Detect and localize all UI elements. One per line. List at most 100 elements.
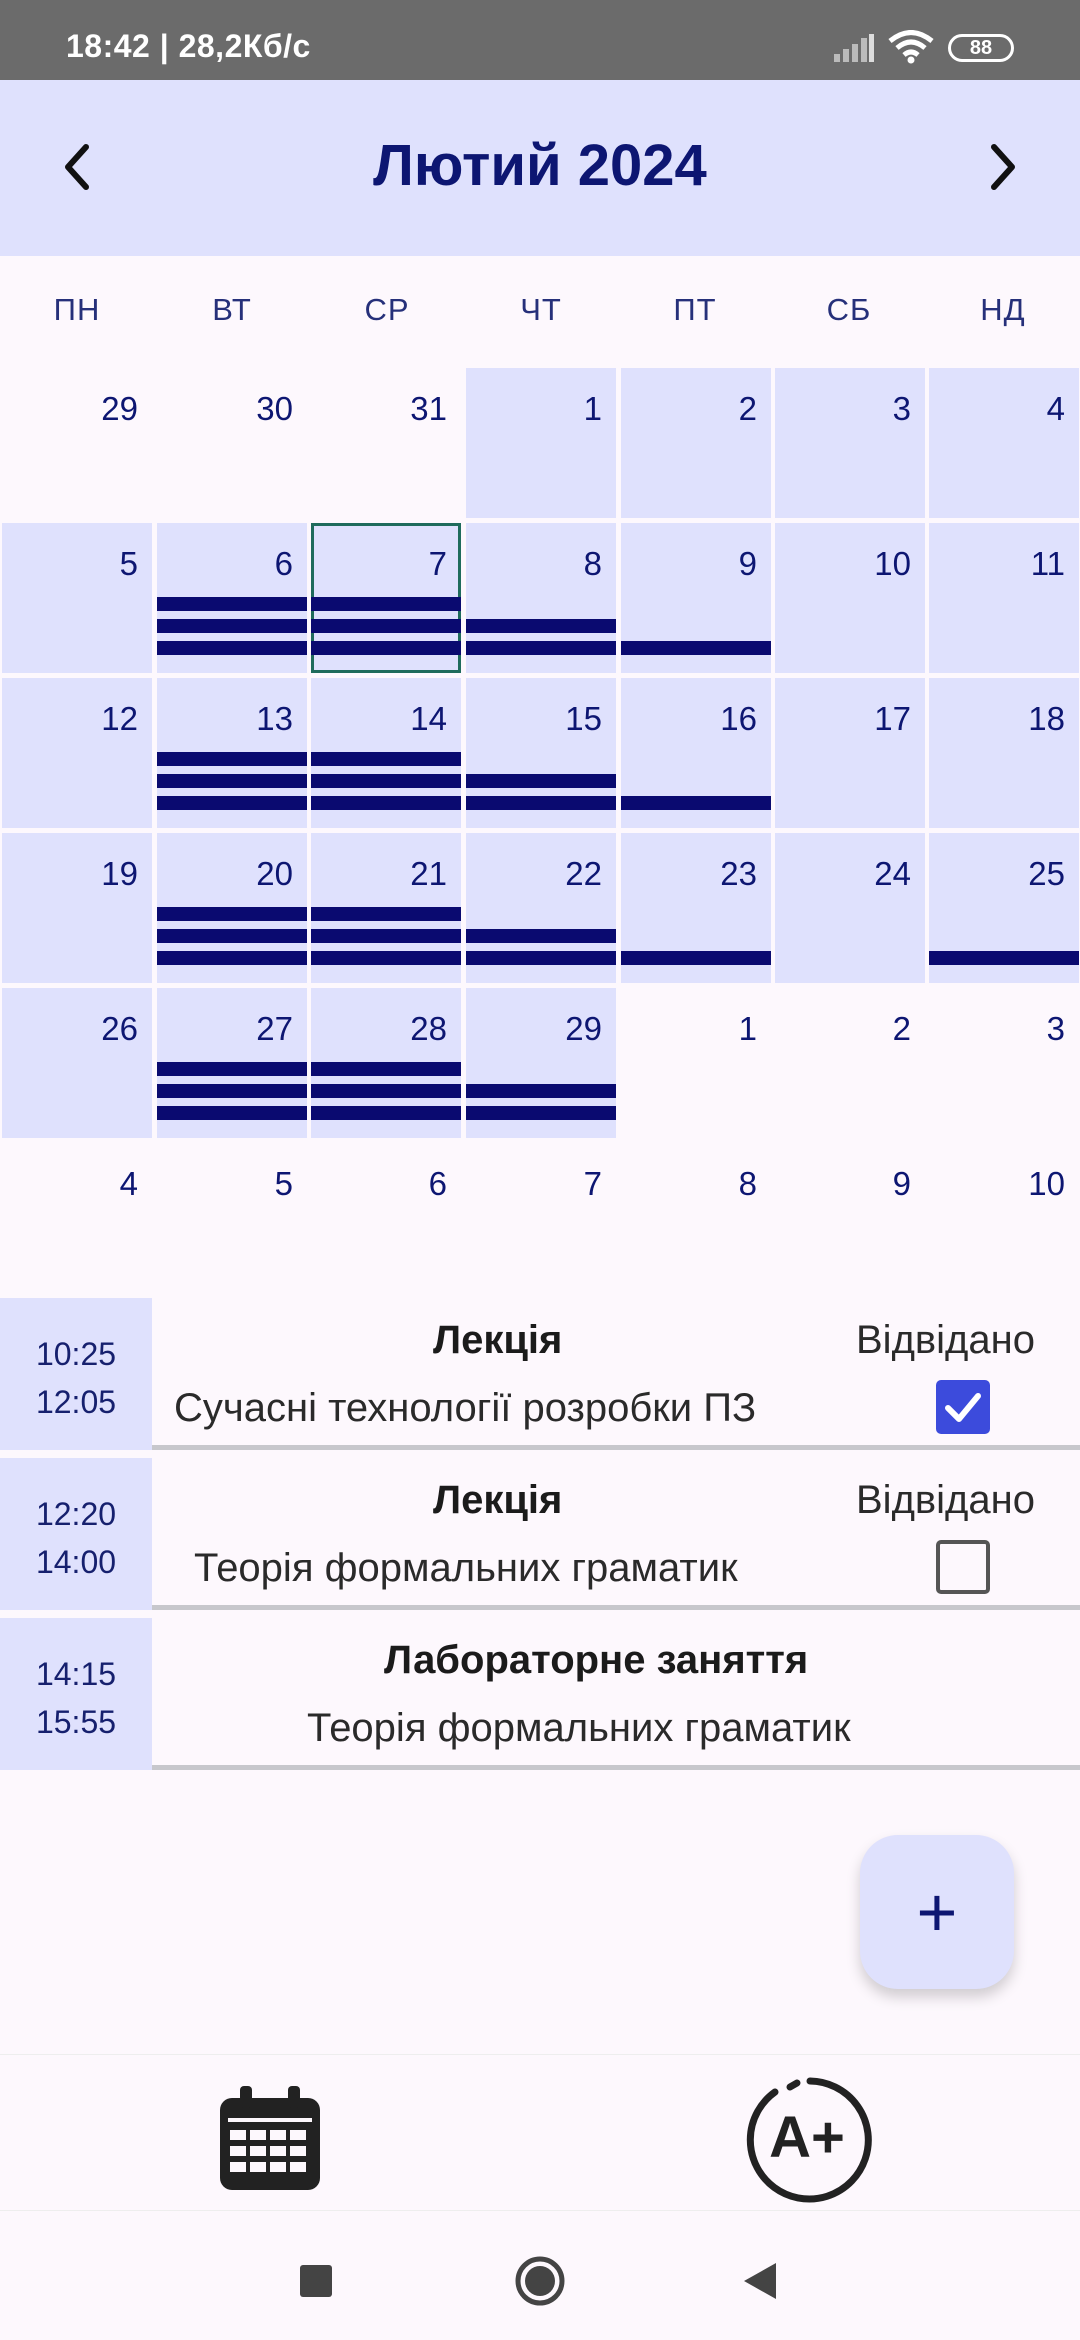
svg-text:A+: A+	[769, 2105, 845, 2170]
lesson-item[interactable]: 14:15 15:55 Лабораторне заняття Теорія ф…	[0, 1618, 1080, 1770]
calendar-day[interactable]: 22	[466, 833, 616, 983]
day-number: 6	[428, 1165, 447, 1202]
calendar-day[interactable]: 9	[621, 523, 771, 673]
event-indicator-bar	[466, 641, 616, 655]
day-number: 3	[892, 390, 911, 427]
event-indicator-bar	[157, 929, 307, 943]
calendar-day[interactable]: 2	[621, 368, 771, 518]
calendar-day[interactable]: 4	[2, 1143, 152, 1293]
day-number: 17	[874, 700, 911, 737]
calendar-day[interactable]: 10	[929, 1143, 1079, 1293]
calendar-day[interactable]: 6	[311, 1143, 461, 1293]
calendar-day[interactable]: 21	[311, 833, 461, 983]
add-lesson-button[interactable]: +	[860, 1835, 1014, 1989]
back-triangle-icon	[744, 2263, 776, 2299]
event-indicator-bar	[157, 619, 307, 633]
day-number: 24	[874, 855, 911, 892]
event-indicator-bar	[466, 774, 616, 788]
calendar-day[interactable]: 3	[775, 368, 925, 518]
event-indicator-bar	[311, 641, 461, 655]
day-number: 10	[1028, 1165, 1065, 1202]
calendar-day[interactable]: 27	[157, 988, 307, 1138]
day-number: 7	[583, 1165, 602, 1202]
calendar-day[interactable]: 7	[466, 1143, 616, 1293]
calendar-day[interactable]: 29	[2, 368, 152, 518]
lesson-name: Теорія формальних граматик	[307, 1706, 851, 1750]
calendar-day[interactable]: 24	[775, 833, 925, 983]
day-number: 19	[101, 855, 138, 892]
system-nav	[0, 2210, 1080, 2340]
calendar-day[interactable]: 1	[466, 368, 616, 518]
event-indicator-bar	[157, 597, 307, 611]
calendar-day[interactable]: 19	[2, 833, 152, 983]
day-number: 8	[583, 545, 602, 582]
event-indicator-bar	[157, 796, 307, 810]
calendar-day[interactable]: 4	[929, 368, 1079, 518]
calendar-day[interactable]: 31	[311, 368, 461, 518]
calendar-day[interactable]: 8	[466, 523, 616, 673]
nav-calendar[interactable]	[205, 2075, 335, 2205]
calendar-day[interactable]: 28	[311, 988, 461, 1138]
event-indicator-bar	[929, 951, 1079, 965]
day-number: 15	[565, 700, 602, 737]
calendar-day[interactable]: 1	[621, 988, 771, 1138]
event-indicator-bar	[621, 951, 771, 965]
calendar-day[interactable]: 23	[621, 833, 771, 983]
calendar-day[interactable]: 6	[157, 523, 307, 673]
calendar-day[interactable]: 30	[157, 368, 307, 518]
grade-a-plus-icon: A+	[746, 2077, 872, 2203]
back-button[interactable]	[730, 2251, 790, 2311]
calendar-day[interactable]: 9	[775, 1143, 925, 1293]
calendar-day[interactable]: 16	[621, 678, 771, 828]
event-indicator-bar	[621, 796, 771, 810]
calendar-day[interactable]: 8	[621, 1143, 771, 1293]
home-button[interactable]	[510, 2251, 570, 2311]
next-month-button[interactable]	[974, 132, 1034, 202]
event-indicator-bar	[466, 1106, 616, 1120]
attendance-checkbox[interactable]	[936, 1540, 990, 1594]
calendar-day[interactable]: 14	[311, 678, 461, 828]
lesson-start-time: 10:25	[35, 1336, 117, 1372]
calendar-day[interactable]: 13	[157, 678, 307, 828]
calendar-day[interactable]: 26	[2, 988, 152, 1138]
calendar-day[interactable]: 20	[157, 833, 307, 983]
day-number: 1	[738, 1010, 757, 1047]
calendar-day[interactable]: 3	[929, 988, 1079, 1138]
attendance-checkbox[interactable]	[936, 1380, 990, 1434]
calendar-day[interactable]: 15	[466, 678, 616, 828]
calendar-day[interactable]: 29	[466, 988, 616, 1138]
calendar-day[interactable]: 12	[2, 678, 152, 828]
recents-button[interactable]	[286, 2251, 346, 2311]
event-indicator-bar	[466, 796, 616, 810]
calendar-day[interactable]: 17	[775, 678, 925, 828]
day-number: 13	[256, 700, 293, 737]
calendar-day[interactable]: 2	[775, 988, 925, 1138]
event-indicator-bar	[311, 907, 461, 921]
lesson-start-time: 12:20	[35, 1496, 117, 1532]
event-indicator-bar	[311, 1062, 461, 1076]
calendar-day[interactable]: 11	[929, 523, 1079, 673]
calendar-day[interactable]: 18	[929, 678, 1079, 828]
calendar-day[interactable]: 5	[157, 1143, 307, 1293]
calendar-day[interactable]: 7	[311, 523, 461, 673]
lesson-item[interactable]: 12:20 14:00 Лекція Теорія формальних гра…	[0, 1458, 1080, 1610]
attendance-label: Відвідано	[856, 1318, 1035, 1362]
attendance-label: Відвідано	[856, 1478, 1035, 1522]
calendar-day[interactable]: 10	[775, 523, 925, 673]
lesson-type: Лекція	[433, 1318, 563, 1362]
recents-square-icon	[300, 2265, 332, 2297]
nav-grades[interactable]: A+	[745, 2075, 875, 2205]
event-indicator-bar	[466, 1084, 616, 1098]
calendar-day[interactable]: 25	[929, 833, 1079, 983]
event-indicator-bar	[311, 929, 461, 943]
lesson-name: Сучасні технології розробки ПЗ	[174, 1386, 757, 1430]
calendar-day[interactable]: 5	[2, 523, 152, 673]
event-indicator-bar	[311, 951, 461, 965]
weekday-label: СБ	[826, 292, 872, 327]
day-number: 9	[738, 545, 757, 582]
battery-icon: 88	[948, 34, 1014, 62]
lesson-item[interactable]: 10:25 12:05 Лекція Сучасні технології ро…	[0, 1298, 1080, 1450]
event-indicator-bar	[157, 907, 307, 921]
lesson-time-block: 14:15 15:55	[0, 1618, 152, 1770]
month-header: Лютий 2024	[0, 80, 1080, 256]
